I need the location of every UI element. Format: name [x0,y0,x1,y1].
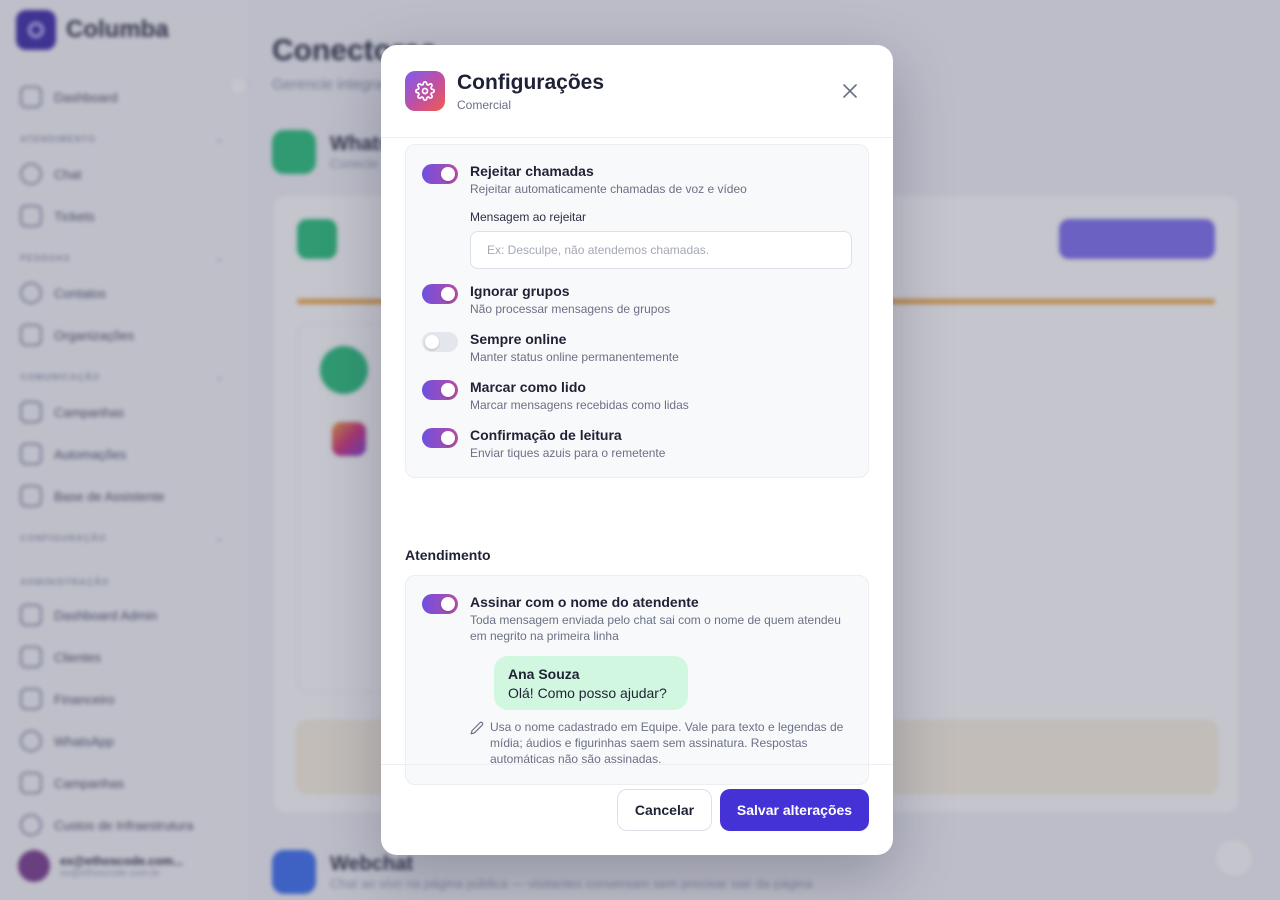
toggle-knob [425,335,439,349]
reject-message-input[interactable] [470,231,852,269]
save-changes-button[interactable]: Salvar alterações [720,789,869,831]
modal-title: Configurações [457,71,605,94]
toggle-knob [441,383,455,397]
reject-calls-desc: Rejeitar automaticamente chamadas de voz… [470,182,747,196]
mark-as-read-toggle[interactable] [422,380,458,400]
settings-modal: Configurações Comercial Rejeitar chamada… [381,45,893,855]
read-receipt-toggle[interactable] [422,428,458,448]
toggle-knob [441,167,455,181]
modal-body: Rejeitar chamadas Rejeitar automaticamen… [381,138,893,785]
modal-footer: Cancelar Salvar alterações [381,764,893,855]
reject-calls-toggle[interactable] [422,164,458,184]
cancel-button[interactable]: Cancelar [617,789,712,831]
modal-subtitle: Comercial [457,98,512,112]
preview-message: Olá! Como posso ajudar? [508,685,667,701]
mark-as-read-label: Marcar como lido [470,379,586,395]
sign-with-agent-name-desc: Toda mensagem enviada pelo chat sai com … [470,613,841,643]
attendance-group: Assinar com o nome do atendente Toda men… [405,575,869,785]
reject-message-label: Mensagem ao rejeitar [470,210,587,224]
toggle-knob [441,597,455,611]
close-icon [843,84,857,98]
ignore-groups-toggle[interactable] [422,284,458,304]
pencil-icon [470,721,484,735]
read-receipt-label: Confirmação de leitura [470,427,622,443]
behavior-options-group: Rejeitar chamadas Rejeitar automaticamen… [405,144,869,478]
sign-with-agent-name-label: Assinar com o nome do atendente [470,594,699,610]
reject-calls-label: Rejeitar chamadas [470,163,594,179]
always-online-label: Sempre online [470,331,567,347]
read-receipt-desc: Enviar tiques azuis para o remetente [470,446,666,460]
ignore-groups-label: Ignorar grupos [470,283,570,299]
toggle-knob [441,431,455,445]
signature-note: Usa o nome cadastrado em Equipe. Vale pa… [490,720,844,766]
gear-icon [405,71,445,111]
mark-as-read-desc: Marcar mensagens recebidas como lidas [470,398,689,412]
always-online-toggle[interactable] [422,332,458,352]
ignore-groups-desc: Não processar mensagens de grupos [470,302,671,316]
preview-agent-name: Ana Souza [508,666,580,682]
modal-header: Configurações Comercial [381,45,893,138]
close-button[interactable] [839,80,861,102]
signature-preview-bubble: Ana Souza Olá! Como posso ajudar? [494,656,688,710]
attendance-heading: Atendimento [405,547,491,563]
toggle-knob [441,287,455,301]
sign-with-agent-name-toggle[interactable] [422,594,458,614]
always-online-desc: Manter status online permanentemente [470,350,679,364]
